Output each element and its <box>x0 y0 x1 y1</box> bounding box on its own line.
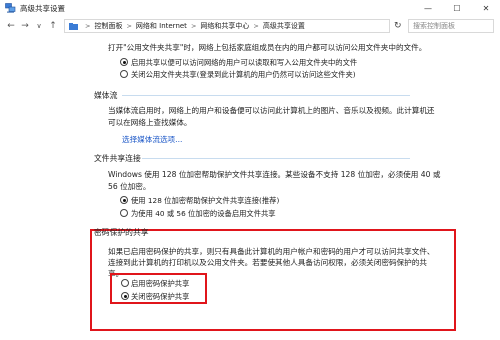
navigation-bar: ← → ∨ ↑ > 控制面板 > 网络和 Internet > 网络和共享中心 … <box>0 16 500 36</box>
section-divider <box>142 158 410 159</box>
recent-dropdown-button[interactable]: ∨ <box>33 20 45 32</box>
media-description-line2: 可以在网络上查找媒体。 <box>108 118 192 127</box>
settings-content: 打开"公用文件夹共享"时，网络上包括家庭组成员在内的用户都可以访问公用文件夹中的… <box>0 37 500 340</box>
breadcrumb-separator: > <box>253 22 259 30</box>
public-sharing-on-label[interactable]: 启用共享以便可以访问网络的用户可以读取和写入公用文件夹中的文件 <box>131 58 357 68</box>
refresh-button[interactable]: ↻ <box>394 21 402 31</box>
password-sharing-off-radio[interactable] <box>121 292 129 300</box>
breadcrumb-separator: > <box>190 22 197 30</box>
file-sharing-description-line1: Windows 使用 128 位加密帮助保护文件共享连接。某些设备不支持 128… <box>108 170 441 179</box>
password-sharing-off-label[interactable]: 关闭密码保护共享 <box>131 292 189 302</box>
media-options-link[interactable]: 选择媒体流选项... <box>122 134 182 145</box>
media-section-title: 媒体流 <box>94 91 118 100</box>
title-bar: 高级共享设置 — ☐ ✕ <box>0 0 500 16</box>
up-button[interactable]: ↑ <box>47 20 59 32</box>
file-sharing-section-title: 文件共享连接 <box>94 154 141 163</box>
breadcrumb-separator: > <box>126 22 132 30</box>
breadcrumb-control-panel[interactable]: 控制面板 <box>94 21 122 31</box>
password-sharing-on-radio[interactable] <box>121 279 129 287</box>
breadcrumb-advanced-sharing[interactable]: 高级共享设置 <box>263 21 305 31</box>
encryption-128-label[interactable]: 使用 128 位加密帮助保护文件共享连接(推荐) <box>131 196 279 206</box>
maximize-button[interactable]: ☐ <box>447 0 467 16</box>
close-button[interactable]: ✕ <box>476 0 496 16</box>
public-sharing-off-label[interactable]: 关闭公用文件夹共享(登录到此计算机的用户仍然可以访问这些文件夹) <box>131 70 356 80</box>
address-bar[interactable]: > 控制面板 > 网络和 Internet > 网络和共享中心 > 高级共享设置 <box>64 19 390 33</box>
window-title: 高级共享设置 <box>20 4 65 13</box>
minimize-button[interactable]: — <box>418 0 438 16</box>
password-section-title: 密码保护的共享 <box>94 228 149 237</box>
back-button[interactable]: ← <box>5 20 17 32</box>
forward-button[interactable]: → <box>19 20 31 32</box>
password-sharing-on-label[interactable]: 启用密码保护共享 <box>131 279 189 289</box>
file-sharing-description-line2: 56 位加密。 <box>108 182 151 191</box>
search-input[interactable]: 搜索控制面板 <box>408 19 494 33</box>
encryption-128-radio[interactable] <box>120 196 128 204</box>
breadcrumb-network-internet[interactable]: 网络和 Internet <box>136 21 187 31</box>
encryption-40-56-label[interactable]: 为使用 40 或 56 位加密的设备启用文件共享 <box>131 209 276 219</box>
breadcrumb-separator: > <box>85 22 91 30</box>
encryption-40-56-radio[interactable] <box>120 209 128 217</box>
password-description-line2: 连接到此计算机的打印机以及公用文件夹。若要使其他人具备访问权限，必须关闭密码保护… <box>108 258 427 267</box>
public-sharing-on-radio[interactable] <box>120 58 128 66</box>
section-divider <box>122 95 410 96</box>
media-description-line1: 当媒体流启用时，网络上的用户和设备便可以访问此计算机上的图片、音乐以及视频。此计… <box>108 106 435 115</box>
password-description-line1: 如果已启用密码保护的共享，则只有具备此计算机的用户帐户和密码的用户才可以访问共享… <box>108 247 435 256</box>
public-folder-description: 打开"公用文件夹共享"时，网络上包括家庭组成员在内的用户都可以访问公用文件夹中的… <box>108 43 427 52</box>
breadcrumb-network-sharing-center[interactable]: 网络和共享中心 <box>200 21 249 31</box>
public-sharing-off-radio[interactable] <box>120 70 128 78</box>
network-icon <box>5 3 16 13</box>
control-panel-icon <box>69 22 78 30</box>
